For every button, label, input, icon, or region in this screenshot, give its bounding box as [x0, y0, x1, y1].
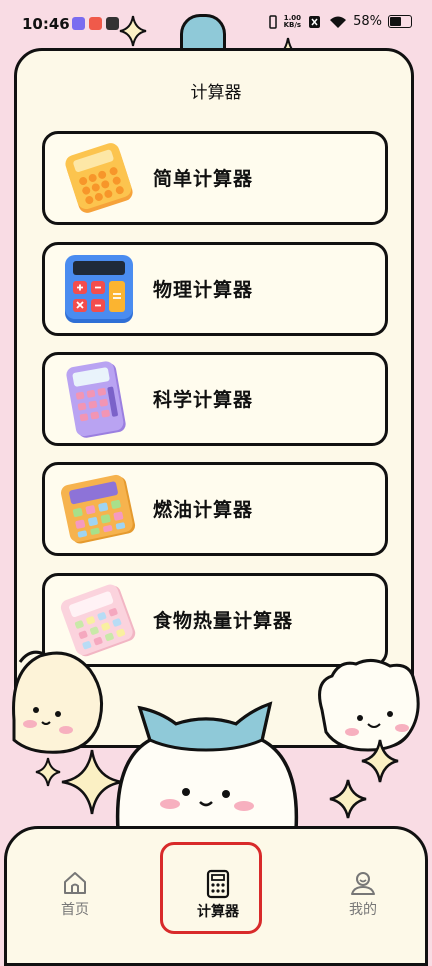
- nav-profile-label: 我的: [349, 902, 377, 918]
- active-tab-highlight: [160, 842, 262, 934]
- no-sim-icon: [309, 15, 321, 28]
- right-character: [318, 659, 420, 752]
- network-speed: 1.00 KB/s: [283, 14, 302, 29]
- app-notification-icon: [72, 17, 85, 30]
- home-icon: [64, 872, 86, 894]
- nav-home[interactable]: 首页: [35, 869, 115, 919]
- center-character: [115, 701, 299, 832]
- scientific-calculator-label: 科学计算器: [153, 389, 254, 411]
- physics-calculator-label: 物理计算器: [153, 279, 254, 301]
- profile-icon: [351, 872, 375, 895]
- fuel-calculator-label: 燃油计算器: [153, 499, 254, 521]
- battery-percent: 58%: [353, 14, 382, 29]
- status-time: 10:46: [22, 15, 70, 33]
- simple-calculator-label: 简单计算器: [153, 168, 254, 190]
- physics-calculator-card[interactable]: 物理计算器: [42, 242, 388, 336]
- app-notification-icon: [89, 17, 102, 30]
- sparkle-icon: [35, 757, 61, 787]
- fuel-calculator-icon: [60, 474, 136, 544]
- simple-calculator-card[interactable]: 简单计算器: [42, 131, 388, 225]
- sparkle-icon: [329, 779, 367, 819]
- wifi-icon: [330, 16, 347, 28]
- fuel-calculator-card[interactable]: 燃油计算器: [42, 462, 388, 556]
- vibrate-icon: [268, 14, 277, 29]
- sparkle-icon: [119, 15, 147, 47]
- nav-home-label: 首页: [61, 902, 89, 918]
- network-speed-unit: KB/s: [283, 20, 302, 29]
- notification-icons: [72, 17, 119, 30]
- physics-calculator-icon: [65, 255, 133, 323]
- simple-calculator-icon: [65, 143, 133, 213]
- battery-icon: [388, 15, 412, 28]
- scientific-calculator-icon: [66, 361, 126, 438]
- nav-profile[interactable]: 我的: [323, 869, 403, 919]
- sparkle-icon: [61, 749, 123, 815]
- status-right: 1.00 KB/s 58%: [268, 14, 412, 29]
- cartoon-characters-decoration: [12, 650, 420, 832]
- left-character: [12, 650, 104, 754]
- page-title: 计算器: [190, 83, 242, 103]
- scientific-calculator-card[interactable]: 科学计算器: [42, 352, 388, 446]
